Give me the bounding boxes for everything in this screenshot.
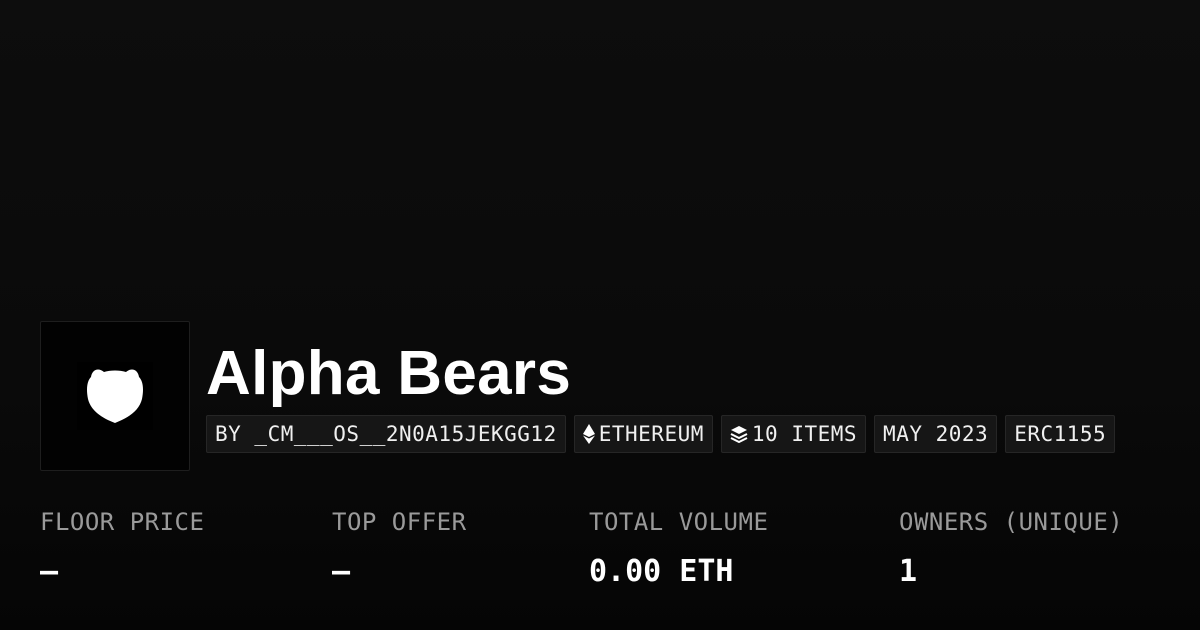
- bear-shield-icon: [87, 369, 143, 423]
- stat-label: TOTAL VOLUME: [589, 508, 769, 536]
- date-tag-label: MAY 2023: [883, 422, 989, 446]
- standard-tag-label: ERC1155: [1014, 422, 1107, 446]
- collection-title: Alpha Bears: [206, 339, 572, 408]
- stat-floor-price: FLOOR PRICE –: [40, 505, 204, 592]
- stat-top-offer: TOP OFFER –: [332, 505, 467, 592]
- stat-value: –: [40, 554, 59, 589]
- stat-label: OWNERS (UNIQUE): [899, 508, 1124, 536]
- stat-label: TOP OFFER: [332, 508, 467, 536]
- stat-owners: OWNERS (UNIQUE) 1: [899, 505, 1123, 592]
- collection-tags: BY _CM___OS__2N0A15JEKGG12 ETHEREUM 10 I…: [206, 415, 1116, 455]
- collection-stats: FLOOR PRICE – TOP OFFER – TOTAL VOLUME 0…: [0, 505, 1200, 605]
- creator-tag[interactable]: BY _CM___OS__2N0A15JEKGG12: [206, 415, 566, 453]
- items-tag-label: 10 ITEMS: [751, 422, 858, 446]
- date-tag: MAY 2023: [874, 415, 998, 453]
- ethereum-icon: [582, 424, 595, 444]
- items-tag[interactable]: 10 ITEMS: [720, 415, 867, 453]
- layers-icon: [730, 425, 748, 443]
- stat-value: 1: [899, 554, 918, 589]
- creator-tag-label: BY _CM___OS__2N0A15JEKGG12: [215, 422, 557, 446]
- stat-label: FLOOR PRICE: [40, 508, 205, 536]
- stat-value: 0.00 ETH: [589, 554, 734, 589]
- collection-logo: [40, 321, 190, 471]
- standard-tag: ERC1155: [1005, 415, 1116, 453]
- stat-total-volume: TOTAL VOLUME 0.00 ETH: [589, 505, 768, 592]
- chain-tag[interactable]: ETHEREUM: [573, 415, 713, 453]
- stat-value: –: [332, 554, 351, 589]
- chain-tag-label: ETHEREUM: [598, 422, 704, 446]
- logo-backdrop: [77, 362, 153, 430]
